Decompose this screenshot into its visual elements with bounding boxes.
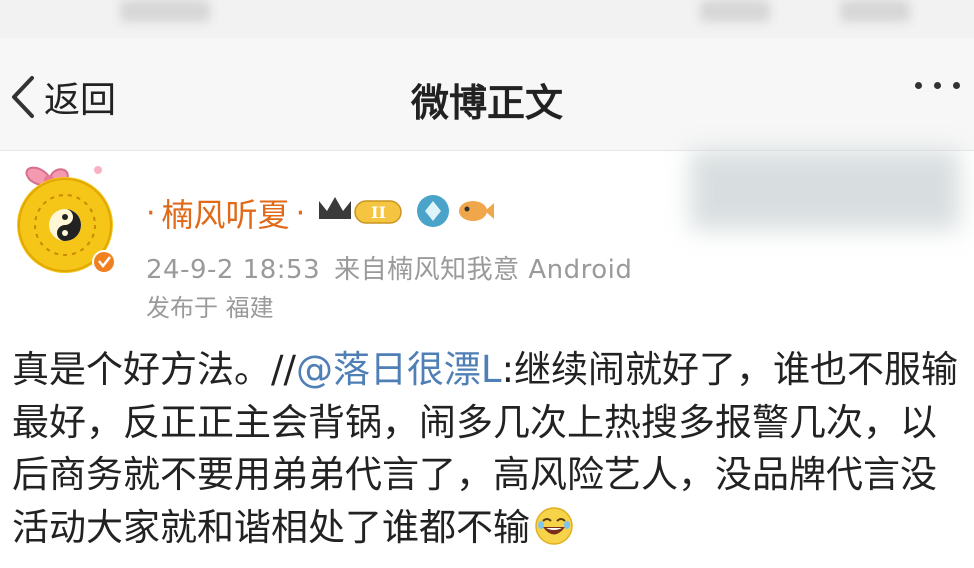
mention-link[interactable]: @落日很漂L (296, 348, 502, 391)
blurred-region (690, 150, 960, 230)
post-meta: 24-9-2 18:53 来自楠风知我意 Android (146, 249, 632, 286)
post-timestamp: 24-9-2 18:53 (146, 255, 321, 285)
more-dots-icon[interactable] (915, 82, 960, 89)
laughing-emoji-icon (534, 506, 574, 561)
status-bar-blur (840, 0, 910, 22)
status-bar (0, 0, 974, 38)
author-row: · 楠风听夏 · II (140, 190, 495, 236)
diamond-icon[interactable] (415, 193, 451, 233)
avatar[interactable] (10, 160, 120, 280)
page-title: 微博正文 (410, 81, 563, 125)
fish-icon[interactable] (457, 196, 495, 230)
post-source[interactable]: 来自楠风知我意 Android (334, 255, 632, 285)
content-prefix: 真是个好方法。// (12, 348, 296, 391)
post-content: 真是个好方法。//@落日很漂L:继续闹就好了，谁也不服输最好，反正正主会背锅，闹… (12, 344, 967, 560)
status-bar-blur (700, 0, 770, 22)
author-name[interactable]: 楠风听夏 (162, 190, 290, 236)
level-label: II (371, 203, 386, 222)
navigation-bar: 返回 微博正文 (0, 38, 974, 151)
separator-dot: · (295, 195, 306, 231)
status-bar-blur (120, 0, 210, 22)
post-location: 发布于 福建 (146, 294, 274, 322)
crown-level-icon[interactable]: II (315, 191, 407, 235)
separator-dot: · (146, 195, 156, 231)
